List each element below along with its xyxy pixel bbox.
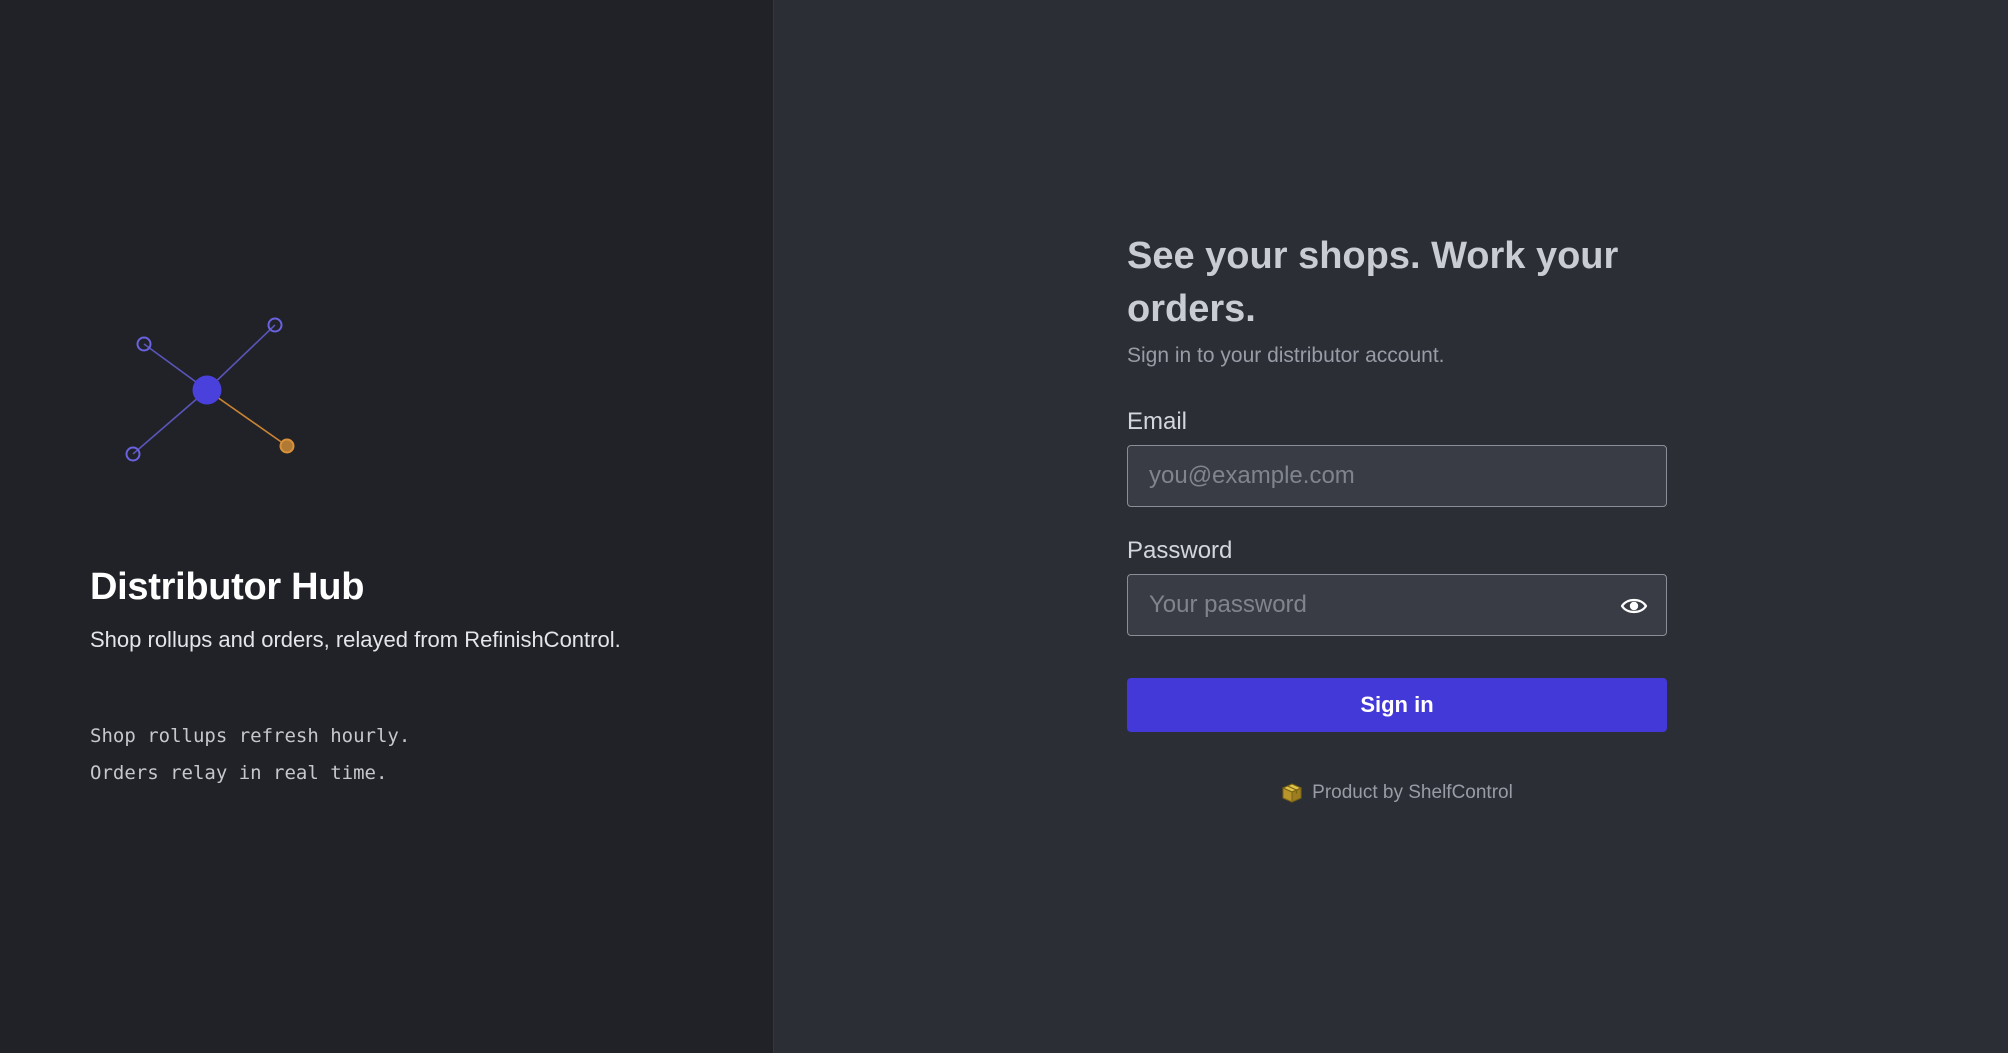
email-input-box [1127, 445, 1667, 507]
package-icon [1281, 783, 1303, 803]
status-note-rollups: Shop rollups refresh hourly. [90, 725, 411, 747]
brand-tagline: Shop rollups and orders, relayed from Re… [90, 627, 621, 652]
status-note-orders: Orders relay in real time. [90, 762, 388, 784]
eye-icon[interactable] [1620, 593, 1648, 619]
password-input-box [1127, 574, 1667, 636]
brand-panel: Distributor Hub Shop rollups and orders,… [0, 0, 774, 1053]
login-headline: See your shops. Work your orders. [1127, 235, 1619, 330]
email-input[interactable] [1128, 446, 1666, 506]
password-field-group: Password [1127, 537, 1667, 636]
login-page: Distributor Hub Shop rollups and orders,… [0, 0, 2008, 1053]
login-form: See your shops. Work your orders. Sign i… [1127, 230, 1667, 804]
login-subheadline: Sign in to your distributor account. [1127, 344, 1445, 367]
login-panel: See your shops. Work your orders. Sign i… [774, 0, 2008, 1053]
network-hub-icon [125, 317, 295, 462]
email-label: Email [1127, 408, 1188, 435]
password-input[interactable] [1128, 575, 1666, 635]
email-field-group: Email [1127, 408, 1667, 507]
product-credit-text: Product by ShelfControl [1312, 782, 1513, 803]
product-credit: Product by ShelfControl [1127, 782, 1667, 804]
status-notes: Shop rollups refresh hourly. Orders rela… [90, 718, 410, 792]
sign-in-button[interactable]: Sign in [1127, 678, 1667, 732]
brand-title: Distributor Hub [90, 566, 365, 608]
password-label: Password [1127, 537, 1233, 564]
